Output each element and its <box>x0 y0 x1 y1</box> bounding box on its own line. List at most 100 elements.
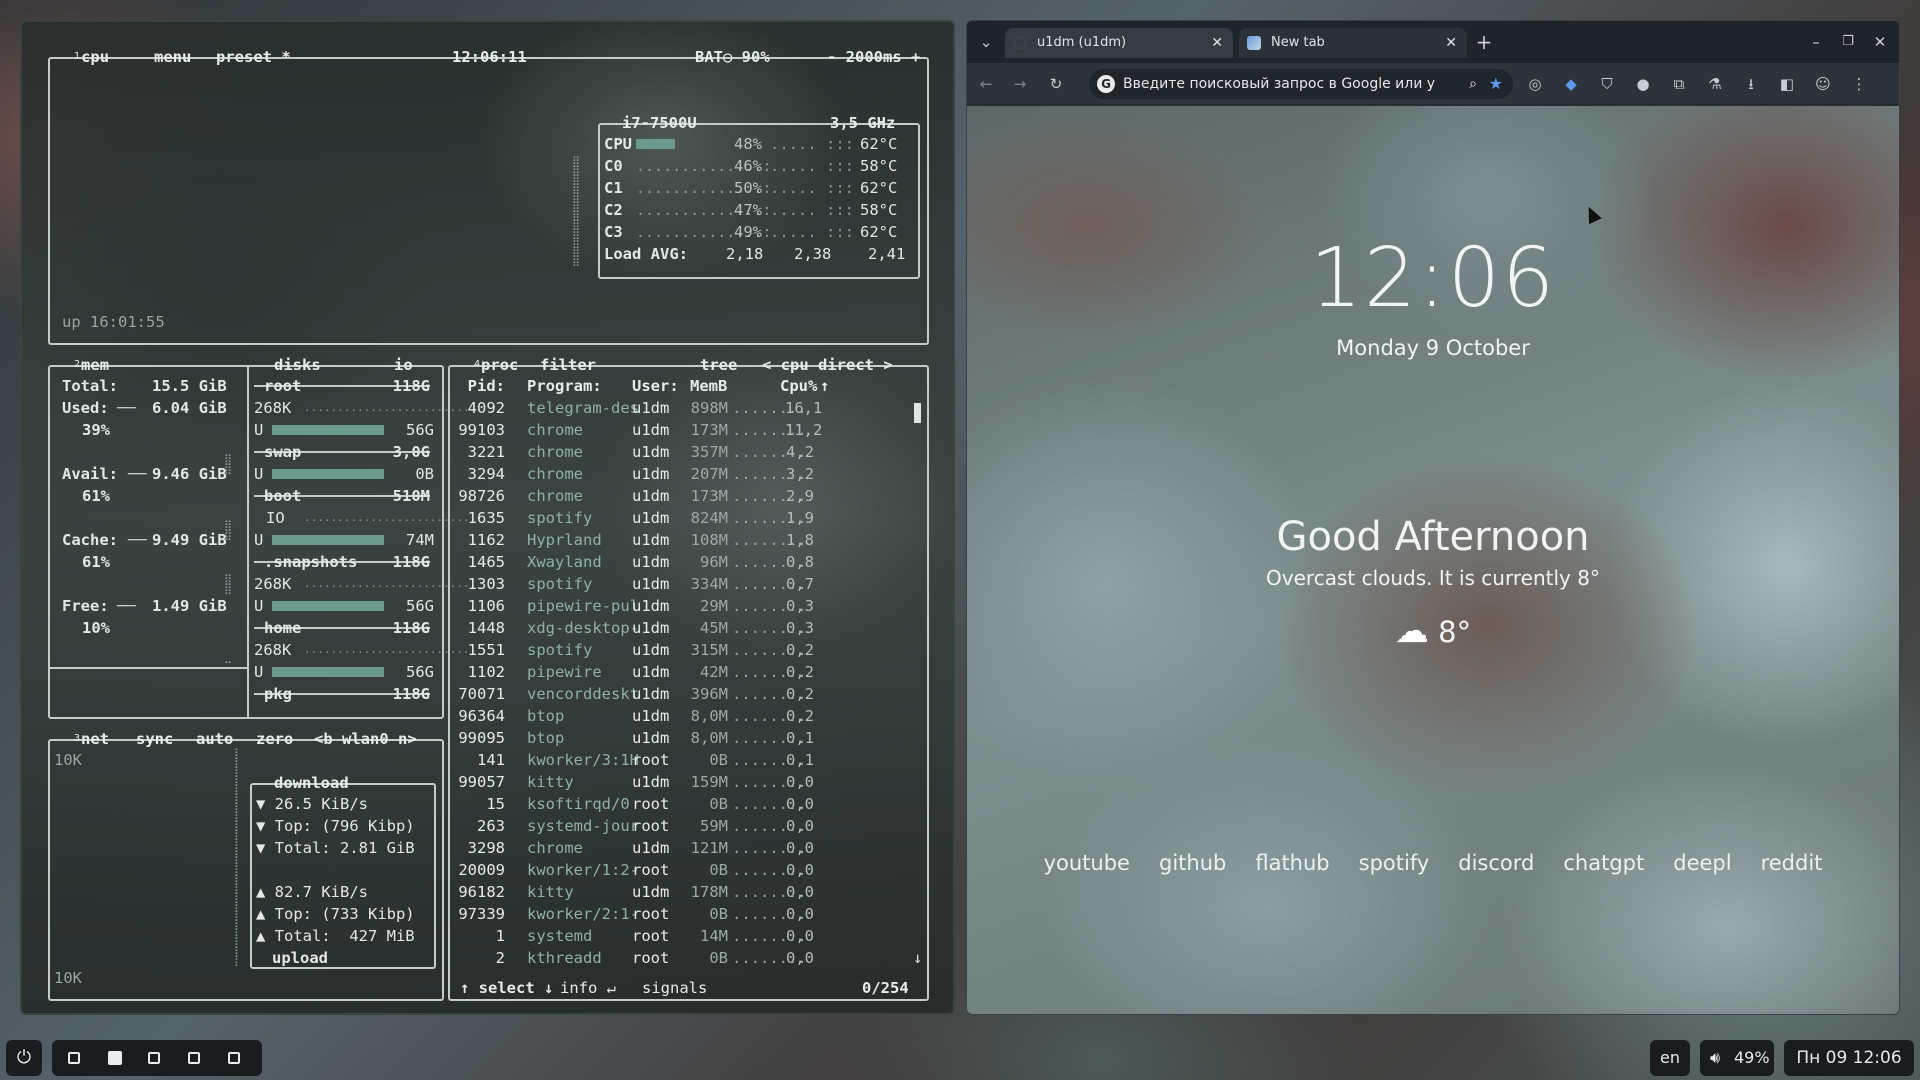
power-button[interactable]: ⏻ <box>6 1040 42 1076</box>
extensions-puzzle-icon[interactable]: ⧉ <box>1668 73 1690 95</box>
shortcut-deepl[interactable]: deepl <box>1673 851 1731 875</box>
proc-info-hint[interactable]: info ↵ <box>558 977 618 999</box>
process-row[interactable]: 20009 kworker/1:2- root 0B 0,0........ <box>450 859 910 881</box>
disk-name[interactable]: .snapshots <box>264 551 357 573</box>
terminal-window[interactable]: 1cpu menu preset * 12:06:11 BAT○ 90% - 2… <box>20 20 955 1015</box>
workspace-4[interactable] <box>188 1052 200 1064</box>
proc-select-hint[interactable]: ↑ select ↓ <box>458 977 555 999</box>
cpu-panel-title[interactable]: 1cpu <box>72 46 111 68</box>
labs-flask-icon[interactable]: ⚗ <box>1704 73 1726 95</box>
cpu-preset-button[interactable]: preset * <box>214 46 293 68</box>
extension-1-icon[interactable]: ◎ <box>1524 73 1546 95</box>
col-cpu[interactable]: Cpu% <box>780 375 817 397</box>
process-row[interactable]: 1551 spotify u1dm 315M 0,2........ <box>450 639 910 661</box>
process-row[interactable]: 4092 telegram-des u1dm 898M 16,1........ <box>450 397 910 419</box>
col-mem[interactable]: MemB <box>690 375 727 397</box>
volume-control[interactable]: 🔊︎ 49% <box>1700 1040 1774 1076</box>
process-row[interactable]: 1102 pipewire u1dm 42M 0,2........ <box>450 661 910 683</box>
profile-avatar-icon[interactable]: ☺ <box>1812 73 1834 95</box>
tab-u1dm[interactable]: u1dm (u1dm) ✕ <box>1005 28 1233 58</box>
back-icon[interactable]: ← <box>975 73 997 95</box>
process-row[interactable]: 141 kworker/3:1H root 0B 0,1........ <box>450 749 910 771</box>
process-row[interactable]: 3221 chrome u1dm 357M 4,2........ <box>450 441 910 463</box>
shield-icon[interactable]: ⛉ <box>1596 73 1618 95</box>
extension-2-icon[interactable]: ◆ <box>1560 73 1582 95</box>
disk-name[interactable]: boot <box>264 485 301 507</box>
mem-panel-title[interactable]: 2mem <box>72 354 111 376</box>
cpu-menu-button[interactable]: menu <box>152 46 193 68</box>
process-row[interactable]: 263 systemd-jour root 59M 0,0........ <box>450 815 910 837</box>
proc-panel-title[interactable]: 4proc <box>472 354 520 376</box>
proc-sort-selector[interactable]: < cpu direct > <box>760 354 895 376</box>
shortcut-discord[interactable]: discord <box>1458 851 1534 875</box>
minimize-icon[interactable]: – <box>1805 31 1827 53</box>
col-pid[interactable]: Pid: <box>468 375 505 397</box>
process-row[interactable]: 2 kthreadd root 0B 0,0........ <box>450 947 910 969</box>
keyboard-layout[interactable]: en <box>1650 1040 1690 1076</box>
process-row[interactable]: 96364 btop u1dm 8,0M 0,2........ <box>450 705 910 727</box>
address-bar[interactable]: G Введите поисковый запрос в Google или … <box>1089 69 1513 99</box>
extension-3-icon[interactable]: ● <box>1632 73 1654 95</box>
process-row[interactable]: 1162 Hyprland u1dm 108M 1,8........ <box>450 529 910 551</box>
net-zero-button[interactable]: zero <box>254 728 295 750</box>
col-user[interactable]: User: <box>632 375 679 397</box>
menu-dots-icon[interactable]: ⋮ <box>1848 73 1870 95</box>
process-row[interactable]: 98726 chrome u1dm 173M 2,9........ <box>450 485 910 507</box>
disk-name[interactable]: pkg <box>264 683 292 705</box>
net-interface-selector[interactable]: <b wlan0 n> <box>312 728 419 750</box>
net-sync-button[interactable]: sync <box>134 728 175 750</box>
process-row[interactable]: 96182 kitty u1dm 178M 0,0........ <box>450 881 910 903</box>
forward-icon[interactable]: → <box>1009 73 1031 95</box>
process-row[interactable]: 1303 spotify u1dm 334M 0,7........ <box>450 573 910 595</box>
sort-up-icon[interactable]: ↑ <box>820 375 829 397</box>
disk-name[interactable]: home <box>264 617 301 639</box>
close-window-icon[interactable]: ✕ <box>1869 31 1891 53</box>
scroll-down-icon[interactable]: ↓ <box>913 947 922 969</box>
reload-icon[interactable]: ↻ <box>1045 73 1067 95</box>
proc-tree-toggle[interactable]: tree <box>698 354 739 376</box>
disk-name[interactable]: root <box>264 375 301 397</box>
proc-filter-button[interactable]: filter <box>538 354 598 376</box>
col-program[interactable]: Program: <box>527 375 602 397</box>
workspace-3[interactable] <box>148 1052 160 1064</box>
process-row[interactable]: 99057 kitty u1dm 159M 0,0........ <box>450 771 910 793</box>
shortcut-flathub[interactable]: flathub <box>1255 851 1329 875</box>
close-tab-icon[interactable]: ✕ <box>1211 28 1223 58</box>
shortcut-chatgpt[interactable]: chatgpt <box>1563 851 1644 875</box>
process-row[interactable]: 70071 vencorddeskt u1dm 396M 0,2........ <box>450 683 910 705</box>
process-row[interactable]: 3298 chrome u1dm 121M 0,0........ <box>450 837 910 859</box>
close-tab-icon[interactable]: ✕ <box>1445 28 1457 58</box>
net-auto-button[interactable]: auto <box>194 728 235 750</box>
tab-search-icon[interactable]: ⌄ <box>975 31 997 53</box>
process-row[interactable]: 99095 btop u1dm 8,0M 0,1........ <box>450 727 910 749</box>
bookmark-star-icon[interactable]: ★ <box>1489 69 1503 99</box>
process-row[interactable]: 97339 kworker/2:1- root 0B 0,0........ <box>450 903 910 925</box>
disks-io-toggle[interactable]: io <box>392 354 415 376</box>
disks-title[interactable]: disks <box>272 354 323 376</box>
proc-signals-hint[interactable]: signals <box>640 977 709 999</box>
disk-name[interactable]: swap <box>264 441 301 463</box>
process-row[interactable]: 1465 Xwayland u1dm 96M 0,8........ <box>450 551 910 573</box>
process-row[interactable]: 1635 spotify u1dm 824M 1,9........ <box>450 507 910 529</box>
tab-new-tab[interactable]: New tab ✕ <box>1239 28 1467 58</box>
process-row[interactable]: 99103 chrome u1dm 173M 11,2........ <box>450 419 910 441</box>
process-row[interactable]: 3294 chrome u1dm 207M 3,2........ <box>450 463 910 485</box>
update-interval[interactable]: - 2000ms + <box>825 46 922 68</box>
net-panel-title[interactable]: 3net <box>72 728 111 750</box>
zoom-icon[interactable]: ⌕ <box>1469 69 1477 99</box>
download-icon[interactable]: ⭳ <box>1740 73 1762 95</box>
new-tab-plus-icon[interactable]: + <box>1473 31 1495 53</box>
browser-window[interactable]: ⌄ u1dm (u1dm) ✕ New tab ✕ + – ❐ ✕ ← → ↻ … <box>966 20 1900 1015</box>
side-panel-icon[interactable]: ◧ <box>1776 73 1798 95</box>
workspace-5[interactable] <box>228 1052 240 1064</box>
address-bar-text[interactable]: Введите поисковый запрос в Google или у <box>1123 69 1443 99</box>
proc-scrollbar-thumb[interactable] <box>914 403 921 423</box>
restore-icon[interactable]: ❐ <box>1837 31 1859 53</box>
workspace-2[interactable] <box>108 1051 122 1065</box>
process-row[interactable]: 1 systemd root 14M 0,0........ <box>450 925 910 947</box>
process-row[interactable]: 1448 xdg-desktop-u1dm 45M 0,3........ <box>450 617 910 639</box>
shortcut-spotify[interactable]: spotify <box>1359 851 1430 875</box>
process-row[interactable]: 1106 pipewire-pul u1dm 29M 0,3........ <box>450 595 910 617</box>
clock[interactable]: Пн 09 12:06 <box>1784 1040 1914 1076</box>
shortcut-github[interactable]: github <box>1159 851 1226 875</box>
